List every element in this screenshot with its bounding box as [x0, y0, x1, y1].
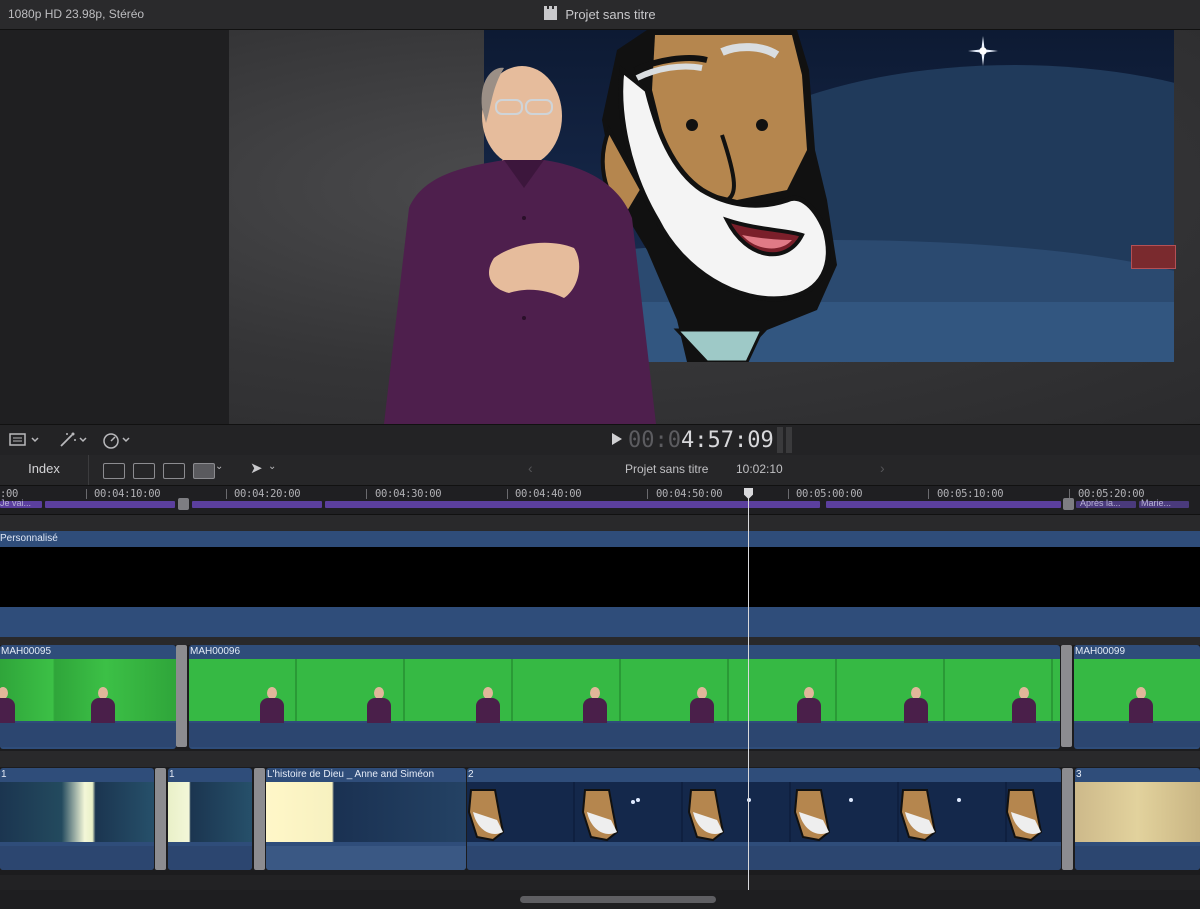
viewer-frame[interactable]	[229, 30, 1200, 424]
viewer	[0, 30, 1200, 424]
timeline-duration: 10:02:10	[736, 462, 783, 476]
ruler-handle[interactable]	[1063, 498, 1074, 510]
marker-label: Je vai...	[0, 498, 32, 508]
ruler-tick-label: 00:04:30:00	[375, 488, 442, 500]
ruler-tick-label: 00:05:10:00	[937, 488, 1004, 500]
clip-name: MAH00096	[190, 646, 241, 657]
next-project-icon[interactable]: ›	[880, 460, 885, 476]
clip-name: MAH00099	[1075, 646, 1126, 657]
select-tool-icon[interactable]: ➤	[250, 459, 263, 477]
project-title-text: Projet sans titre	[565, 7, 656, 22]
enhance-wand-icon[interactable]	[58, 431, 90, 449]
ruler-tick-label: 00:05:00:00	[796, 488, 863, 500]
timecode-value: 4:57:09	[680, 428, 774, 453]
timeline-tracks: Personnalisé MAH00095 MAH00096 MAH00099	[0, 515, 1200, 895]
speed-gauge-icon[interactable]	[101, 431, 133, 449]
ruler-tick-label: 00:04:10:00	[94, 488, 161, 500]
clip-name: 3	[1076, 769, 1082, 780]
timecode-display[interactable]: 00:04:57:09	[628, 428, 774, 453]
insert-clip-icon[interactable]	[133, 463, 155, 479]
star-icon	[968, 36, 998, 66]
edit-options-chevron-icon[interactable]: ⌄	[215, 461, 223, 472]
timeline-header: Index ⌄ ➤ ⌄ ‹ Projet sans titre 10:02:10…	[0, 455, 1200, 486]
clip-edit-handle[interactable]	[155, 768, 166, 870]
audio-meter[interactable]	[777, 427, 795, 453]
animation-clip[interactable]: L'histoire de Dieu _ Anne and Siméon	[266, 768, 466, 870]
secondary-storyline[interactable]: Personnalisé	[0, 531, 1200, 637]
marker-label: Marie...	[1141, 498, 1172, 508]
ruler-tick-label: 00:04:20:00	[234, 488, 301, 500]
project-title: Projet sans titre	[0, 6, 1200, 22]
clip-name: MAH00095	[1, 646, 52, 657]
clip-edit-handle[interactable]	[1062, 768, 1073, 870]
clip-name: 1	[169, 769, 175, 780]
clip-name: 2	[468, 769, 474, 780]
viewer-toolbar: 00:04:57:09	[0, 424, 1200, 456]
overwrite-clip-icon[interactable]	[193, 463, 215, 479]
timecode-dim: 00:0	[628, 428, 681, 453]
window-title-bar: 1080p HD 23.98p, Stéréo Projet sans titr…	[0, 0, 1200, 30]
clip-name: 1	[1, 769, 7, 780]
video-clip[interactable]: MAH00099	[1074, 645, 1200, 749]
previous-project-icon[interactable]: ‹	[528, 460, 533, 476]
video-clip[interactable]: MAH00095	[0, 645, 176, 749]
clip-name: L'histoire de Dieu _ Anne and Siméon	[267, 769, 435, 780]
marker-range[interactable]	[45, 501, 175, 508]
playhead[interactable]	[748, 488, 749, 890]
animation-clip[interactable]: 3	[1075, 768, 1200, 870]
marker-range[interactable]	[192, 501, 322, 508]
ruler-tick-label: 00:04:50:00	[656, 488, 723, 500]
timeline-project-name: Projet sans titre	[625, 462, 709, 476]
connect-clip-icon[interactable]	[103, 463, 125, 479]
marker-label: Après la...	[1080, 498, 1121, 508]
marker-range[interactable]	[325, 501, 820, 508]
ruler-handle[interactable]	[178, 498, 189, 510]
overlay-rectangle	[1131, 245, 1176, 269]
clip-edit-handle[interactable]	[254, 768, 265, 870]
animation-clip[interactable]: 1	[0, 768, 154, 870]
storyline-label: Personnalisé	[0, 533, 58, 544]
scrollbar-thumb[interactable]	[520, 896, 716, 903]
view-options-icon[interactable]	[8, 431, 42, 449]
tool-chevron-icon[interactable]: ⌄	[268, 461, 276, 472]
video-clip[interactable]: MAH00096	[189, 645, 1060, 749]
presenter-person	[384, 66, 656, 424]
ruler-tick-label: 00:04:40:00	[515, 488, 582, 500]
animation-clip[interactable]: 1	[168, 768, 252, 870]
play-button[interactable]	[612, 433, 622, 445]
timeline-ruler[interactable]: :00 00:04:10:00 00:04:20:00 00:04:30:00 …	[0, 486, 1200, 515]
clip-edit-handle[interactable]	[1061, 645, 1072, 747]
append-clip-icon[interactable]	[163, 463, 185, 479]
animation-clip[interactable]: 2	[467, 768, 1061, 870]
clip-edit-handle[interactable]	[176, 645, 187, 747]
index-button[interactable]: Index	[0, 455, 89, 485]
marker-range[interactable]	[826, 501, 1061, 508]
clapperboard-icon	[544, 6, 558, 20]
